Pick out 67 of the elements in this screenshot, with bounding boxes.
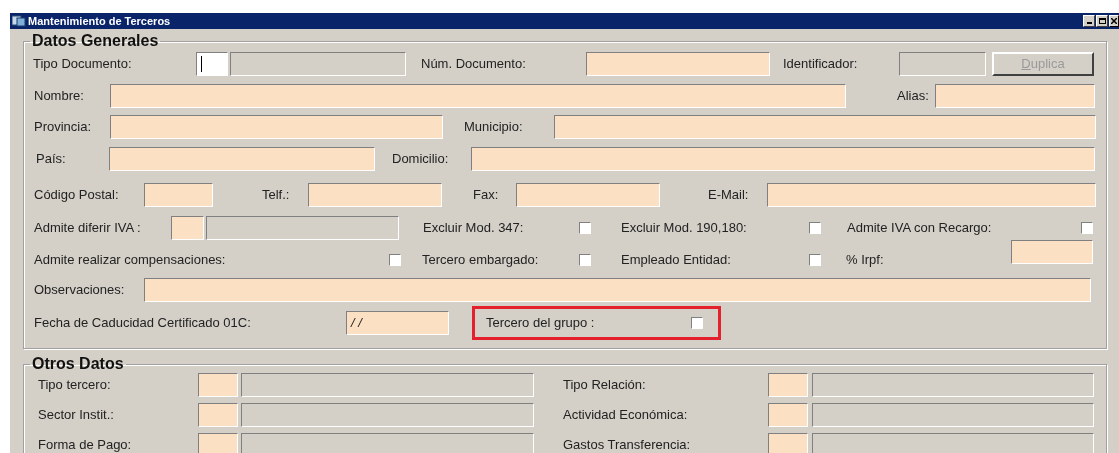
minimize-button[interactable]: [1083, 15, 1095, 27]
input-field[interactable]: [516, 183, 660, 207]
input-field[interactable]: [110, 84, 846, 108]
window-icon: [12, 15, 26, 27]
checkbox[interactable]: [809, 254, 821, 266]
input-field[interactable]: [198, 373, 238, 397]
field-label: Admite diferir IVA :: [34, 220, 142, 236]
checkbox[interactable]: [1081, 222, 1093, 234]
input-field[interactable]: [471, 147, 1095, 171]
field-label: Núm. Documento:: [421, 56, 527, 72]
input-field[interactable]: [935, 84, 1095, 108]
field-label: Telf.:: [262, 187, 291, 203]
window-title: Mantenimiento de Terceros: [28, 15, 171, 27]
input-field[interactable]: [196, 52, 228, 76]
field-label: Fecha de Caducidad Certificado 01C:: [34, 315, 252, 331]
input-field[interactable]: [554, 115, 1096, 139]
field-label: Fax:: [473, 187, 500, 203]
field-label: Código Postal:: [34, 187, 120, 203]
field-label: Admite realizar compensaciones:: [34, 252, 227, 268]
group-title: Otros Datos: [31, 355, 125, 373]
input-field[interactable]: [586, 52, 770, 76]
field-label: Provincia:: [34, 119, 93, 135]
input-field[interactable]: [308, 183, 442, 207]
checkbox[interactable]: [809, 222, 821, 234]
field-label: Tipo Relación:: [563, 377, 647, 393]
field-label: % Irpf:: [846, 252, 885, 268]
field-label: Sector Instit.:: [38, 407, 115, 423]
field-label: País:: [36, 151, 67, 167]
input-field[interactable]: [1011, 240, 1093, 264]
text-cursor: [201, 56, 202, 72]
field-label: Gastos Transferencia:: [563, 437, 692, 453]
field-label: Tipo tercero:: [38, 377, 112, 393]
input-field[interactable]: [144, 183, 213, 207]
field-label: Tercero del grupo :: [486, 315, 596, 331]
input-field[interactable]: [768, 373, 808, 397]
field-label: Empleado Entidad:: [621, 252, 732, 268]
field-label: Actividad Económica:: [563, 407, 689, 423]
close-button[interactable]: [1109, 15, 1119, 27]
field-label: Alias:: [897, 88, 930, 104]
input-field[interactable]: [144, 278, 1091, 302]
input-field[interactable]: [110, 115, 443, 139]
field-label: Municipio:: [464, 119, 524, 135]
input-field[interactable]: / /: [346, 311, 449, 335]
input-field[interactable]: [109, 147, 375, 171]
field-label: Excluir Mod. 190,180:: [621, 220, 748, 236]
checkbox[interactable]: [579, 254, 591, 266]
input-field[interactable]: [198, 403, 238, 427]
field-label: Observaciones:: [34, 282, 126, 298]
checkbox[interactable]: [389, 254, 401, 266]
field-label: Forma de Pago:: [38, 437, 133, 453]
input-field[interactable]: [171, 216, 204, 240]
checkbox[interactable]: [691, 317, 703, 329]
input-field[interactable]: [768, 433, 808, 453]
field-label: Tercero embargado:: [422, 252, 540, 268]
field-label: Admite IVA con Recargo:: [847, 220, 993, 236]
field-label: Identificador:: [783, 56, 859, 72]
checkbox[interactable]: [579, 222, 591, 234]
input-field[interactable]: [768, 403, 808, 427]
group-title: Datos Generales: [31, 32, 160, 50]
field-label: Excluir Mod. 347:: [423, 220, 525, 236]
field-label: Tipo Documento:: [33, 56, 133, 72]
field-label: Domicilio:: [392, 151, 450, 167]
input-field[interactable]: [767, 183, 1096, 207]
input-field[interactable]: [198, 433, 238, 453]
field-label: Nombre:: [34, 88, 85, 104]
field-label: E-Mail:: [708, 187, 750, 203]
maximize-button[interactable]: [1096, 15, 1108, 27]
